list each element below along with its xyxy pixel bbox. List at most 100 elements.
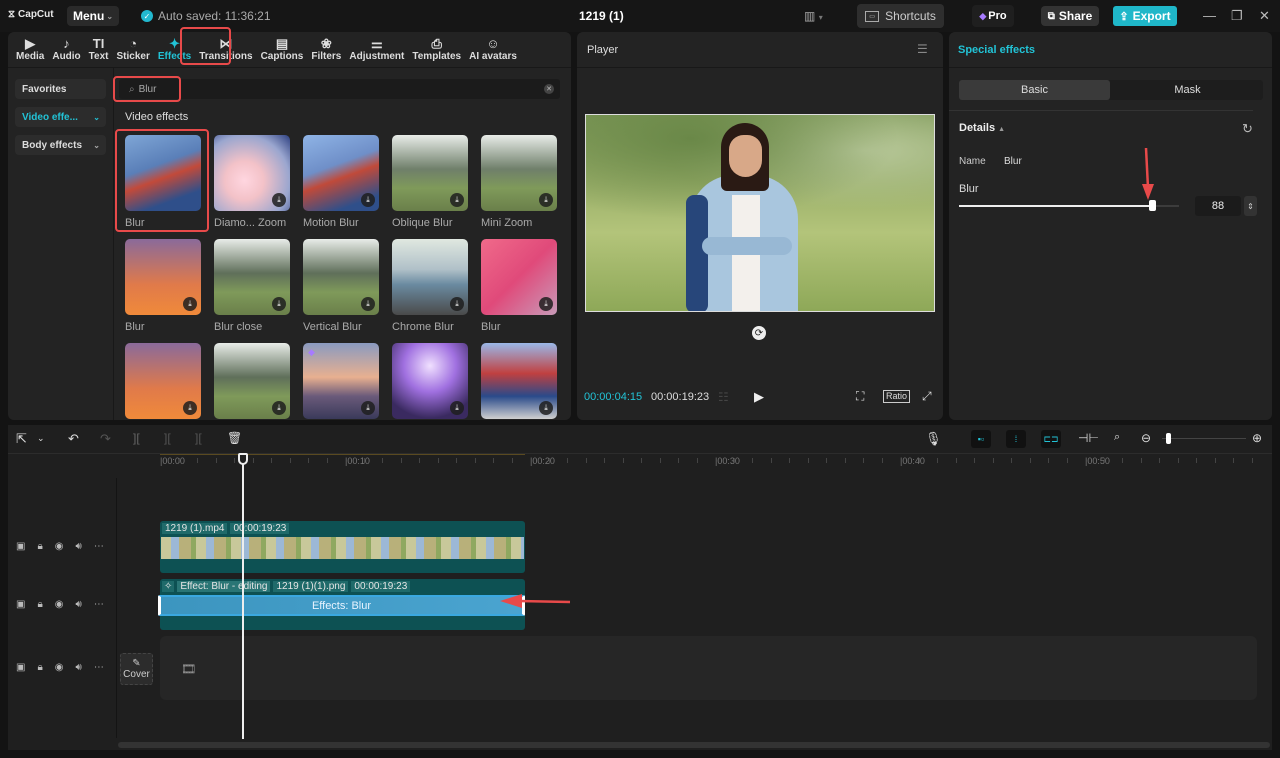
preview-axis-icon[interactable]: ⊣⊢ [1078, 431, 1099, 445]
tab-text[interactable]: TI Text [85, 32, 113, 66]
split-left-icon[interactable]: ][ [164, 431, 171, 445]
tab-audio[interactable]: ♪ Audio [48, 32, 84, 66]
close-icon[interactable]: ✕ [1259, 8, 1270, 24]
download-icon[interactable]: ⤓ [183, 401, 197, 415]
select-tool-icon[interactable]: ⇱ [16, 431, 27, 447]
effect-card[interactable]: ⤓ Motion Blur [303, 135, 379, 229]
eye-icon[interactable]: ◉ [55, 599, 64, 610]
playhead[interactable] [242, 453, 244, 739]
download-icon[interactable]: ⤓ [272, 297, 286, 311]
more-icon[interactable]: ⋯ [94, 541, 104, 552]
lock-icon[interactable]: 🔒︎ [37, 599, 42, 610]
stepper-icon[interactable]: ⇕ [1244, 196, 1257, 216]
download-icon[interactable]: ⤓ [183, 297, 197, 311]
lock-icon[interactable]: 🔒︎ [37, 662, 42, 673]
time-ruler[interactable]: |00:00 |00:10 |00:20 |00:30 |00:40 |00:50 [160, 453, 1270, 469]
timeline-scrollbar[interactable] [118, 742, 1270, 748]
main-track-magnet-icon[interactable]: ▪▫ [971, 430, 991, 448]
layout-button[interactable]: ▥ ▾ [804, 9, 823, 23]
audio-icon[interactable]: 🔊︎ [76, 662, 82, 673]
effect-card[interactable]: ⤓ [481, 343, 557, 419]
zoom-fit-icon[interactable]: ⛶ [856, 389, 864, 404]
download-icon[interactable]: ⤓ [539, 401, 553, 415]
search-input[interactable]: ⌕ Blur ✕ [119, 79, 560, 99]
effect-card[interactable]: ⤓ [125, 343, 201, 419]
ratio-button[interactable]: Ratio [883, 390, 911, 403]
sidebar-item-video-effects[interactable]: Video effe... ⌄ [15, 107, 106, 127]
zoom-in-icon[interactable]: ⊕ [1252, 431, 1262, 445]
download-icon[interactable]: ⤓ [539, 193, 553, 207]
split-right-icon[interactable]: ][ [195, 431, 202, 445]
eye-icon[interactable]: ◉ [55, 541, 64, 552]
lock-icon[interactable]: 🔒︎ [37, 541, 42, 552]
download-icon[interactable]: ⤓ [272, 193, 286, 207]
track-toggle-icon[interactable]: ▣ [16, 599, 25, 610]
details-header[interactable]: Details ▲ [959, 122, 1005, 134]
menu-button[interactable]: Menu ⌄ [67, 6, 119, 26]
tab-mask[interactable]: Mask [1112, 80, 1263, 100]
more-icon[interactable]: ⋯ [94, 599, 104, 610]
audio-icon[interactable]: 🔊︎ [76, 599, 82, 610]
tab-basic[interactable]: Basic [959, 80, 1110, 100]
shortcuts-button[interactable]: ▭ Shortcuts [857, 4, 944, 28]
video-clip[interactable]: 1219 (1).mp4 00:00:19:23 [160, 521, 525, 573]
split-icon[interactable]: ][ [133, 431, 140, 445]
more-icon[interactable]: ⋯ [94, 662, 104, 673]
timeline-zoom-slider[interactable] [1162, 433, 1246, 445]
share-button[interactable]: ⧉ Share [1041, 6, 1099, 26]
delete-icon[interactable]: 🗑 [227, 431, 242, 445]
zoom-to-fit-icon[interactable]: ⌕ [1114, 431, 1120, 444]
export-button[interactable]: ⇪ Export [1113, 6, 1177, 26]
video-preview[interactable] [585, 114, 935, 312]
download-icon[interactable]: ⤓ [450, 297, 464, 311]
download-icon[interactable]: ⤓ [539, 297, 553, 311]
effect-card[interactable]: ◆ ⤓ [303, 343, 379, 419]
snap-icon[interactable]: ⁞ [1006, 430, 1026, 448]
redo-icon[interactable]: ↷ [100, 431, 111, 447]
effect-card[interactable]: ⤓ Mini Zoom [481, 135, 557, 229]
chevron-down-icon[interactable]: ⌄ [37, 433, 45, 444]
tab-templates[interactable]: ⎙ Templates [408, 32, 465, 66]
link-icon[interactable]: ⊏⊐ [1041, 430, 1061, 448]
main-track-area[interactable] [160, 636, 1257, 700]
playhead-handle[interactable] [238, 453, 248, 465]
effect-card[interactable]: ⤓ Oblique Blur [392, 135, 468, 229]
effect-card[interactable]: ⤓ [392, 343, 468, 419]
clear-search-icon[interactable]: ✕ [544, 84, 554, 94]
fullscreen-icon[interactable]: ⤢ [922, 389, 932, 404]
eye-icon[interactable]: ◉ [55, 662, 64, 673]
effect-card[interactable]: ⤓ Vertical Blur [303, 239, 379, 333]
microphone-icon[interactable]: 🎙 [925, 431, 942, 447]
download-icon[interactable]: ⤓ [450, 401, 464, 415]
reset-icon[interactable]: ↻ [1242, 121, 1253, 137]
tab-captions[interactable]: ▤ Captions [257, 32, 308, 66]
effect-card[interactable]: ⤓ [214, 343, 290, 419]
effect-card[interactable]: ⤓ Blur close [214, 239, 290, 333]
effect-card[interactable]: ⤓ Blur [481, 239, 557, 333]
restore-icon[interactable]: ❐ [1231, 8, 1243, 24]
effect-card[interactable]: ⤓ Diamo... Zoom [214, 135, 290, 229]
tab-adjustment[interactable]: ⚌ Adjustment [345, 32, 408, 66]
download-icon[interactable]: ⤓ [361, 193, 375, 207]
track-toggle-icon[interactable]: ▣ [16, 541, 25, 552]
download-icon[interactable]: ⤓ [450, 193, 464, 207]
play-button[interactable]: ▶ [754, 389, 764, 405]
undo-icon[interactable]: ↶ [68, 431, 79, 447]
effect-card[interactable]: ⤓ Chrome Blur [392, 239, 468, 333]
zoom-thumb[interactable] [1166, 433, 1172, 444]
effect-clip-selected[interactable]: Effects: Blur [158, 595, 525, 616]
cover-button[interactable]: ✎ Cover [120, 653, 153, 685]
download-icon[interactable]: ⤓ [361, 401, 375, 415]
tab-media[interactable]: ▶ Media [12, 32, 48, 66]
hamburger-icon[interactable]: ☰ [917, 42, 928, 56]
audio-icon[interactable]: 🔊︎ [76, 541, 82, 552]
timeline-view-icon[interactable]: ☷ [718, 390, 729, 404]
rotate-icon[interactable]: ⟳ [752, 326, 766, 340]
zoom-out-icon[interactable]: ⊖ [1141, 431, 1151, 445]
tab-sticker[interactable]: ◔ Sticker [113, 32, 154, 66]
download-icon[interactable]: ⤓ [361, 297, 375, 311]
minimize-icon[interactable]: — [1203, 8, 1216, 23]
blur-value-input[interactable]: 88 [1195, 196, 1241, 216]
tab-ai-avatars[interactable]: ☺ AI avatars [465, 32, 521, 66]
track-toggle-icon[interactable]: ▣ [16, 662, 25, 673]
